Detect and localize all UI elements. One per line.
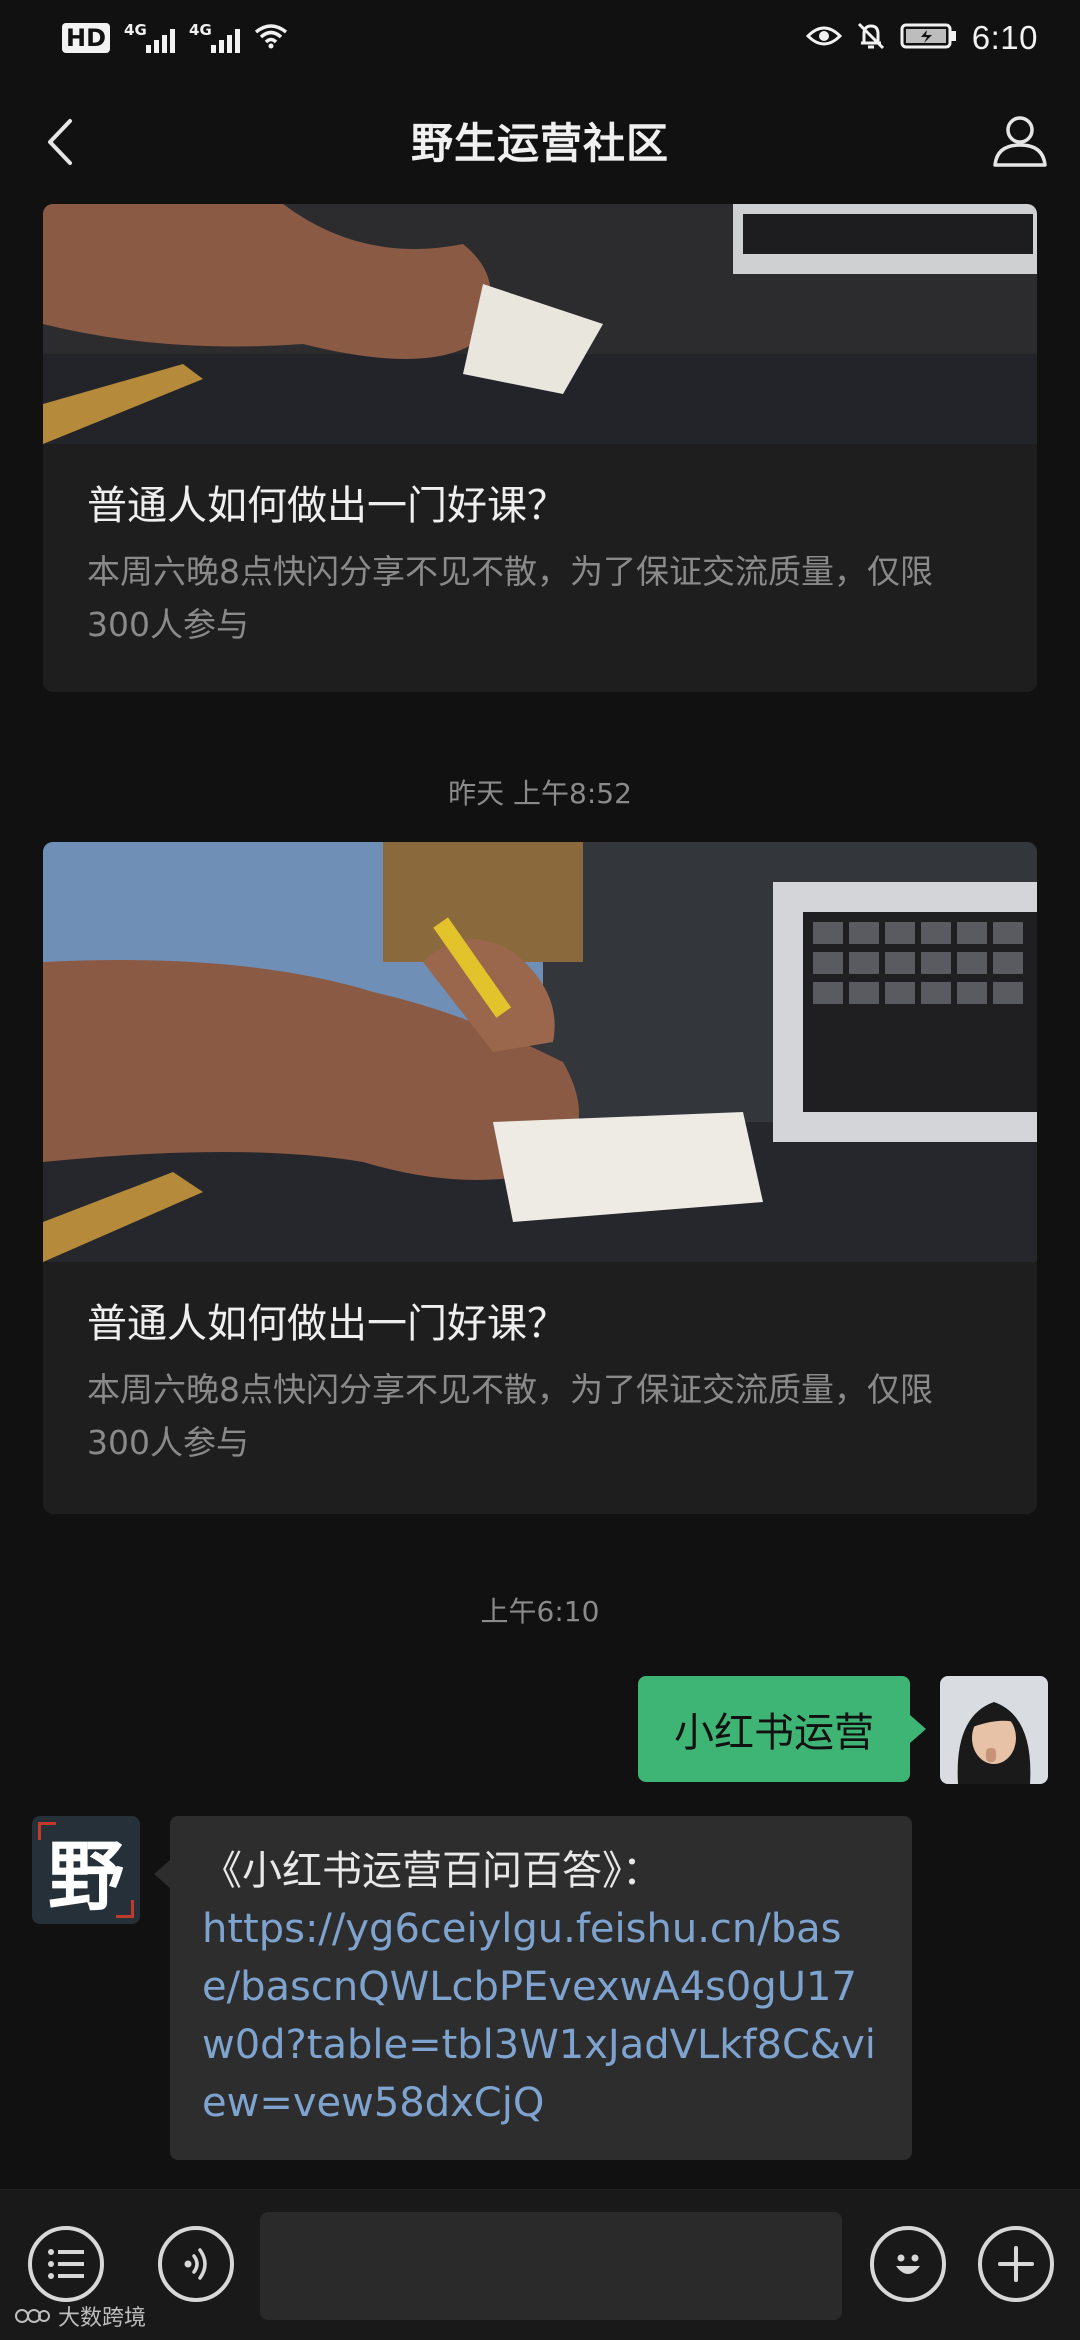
mute-bell-icon [856,21,886,55]
network-label: 4G [124,21,147,39]
signal-icon: 4G [124,21,176,53]
back-button[interactable] [30,112,90,172]
person-icon [993,116,1047,167]
incoming-message-link[interactable]: https://yg6ceiylgu.feishu.cn/base/bascnQ… [202,1900,878,2132]
chat-profile-button[interactable] [988,108,1052,172]
incoming-message-text: 《小红书运营百问百答》： [202,1848,662,1894]
status-right: 6:10 [805,19,1038,57]
sender-avatar[interactable]: 野 [32,1816,140,1924]
menu-button[interactable] [28,2226,104,2302]
article-card[interactable]: 普通人如何做出一门好课？ 本周六晚8点快闪分享不见不散，为了保证交流质量，仅限3… [43,204,1037,692]
status-left: HD 4G 4G [62,21,288,54]
sender-avatar-character: 野 [48,1832,124,1921]
smiley-icon [896,2254,920,2274]
message-input[interactable] [260,2212,842,2320]
voice-icon [184,2248,207,2280]
watermark-logo-icon [15,2309,50,2323]
chevron-left-icon [48,119,72,165]
network-label-2: 4G [189,21,212,39]
timestamp: 上午6:10 [480,1595,600,1628]
incoming-message-bubble[interactable]: 《小红书运营百问百答》： https://yg6ceiylgu.feishu.c… [154,1816,912,2160]
sender-avatar-logo: 野 [32,1816,140,1924]
emoji-button[interactable] [870,2226,946,2302]
article-cover-image [43,204,1037,444]
logo-corner-mark [38,1822,56,1840]
article-title: 普通人如何做出一门好课？ [87,1301,567,1347]
battery-icon [900,22,958,54]
plus-icon [998,2246,1034,2282]
chat-area[interactable]: 普通人如何做出一门好课？ 本周六晚8点快闪分享不见不散，为了保证交流质量，仅限3… [0,204,1080,2189]
clock-time: 6:10 [971,19,1038,56]
watermark-text: 大数跨境 [58,2306,147,2331]
more-button[interactable] [978,2226,1054,2302]
signal-icon-2: 4G [189,21,241,53]
article-card[interactable]: 普通人如何做出一门好课？ 本周六晚8点快闪分享不见不散，为了保证交流质量，仅限3… [43,842,1037,1514]
timestamp: 昨天 上午8:52 [448,777,632,810]
article-title: 普通人如何做出一门好课？ [87,483,567,529]
chat-title: 野生运营社区 [410,118,669,168]
watermark: 大数跨境 [14,2300,146,2332]
my-avatar[interactable] [940,1676,1048,1784]
input-toolbar: 大数跨境 [0,2189,1080,2340]
article-description: 本周六晚8点快闪分享不见不散，为了保证交流质量，仅限300人参与 [87,552,933,644]
list-icon [48,2249,84,2279]
wifi-icon [254,22,288,54]
article-description: 本周六晚8点快闪分享不见不散，为了保证交流质量，仅限300人参与 [87,1370,933,1462]
status-bar: HD 4G 4G 6:10 [0,0,1080,76]
outgoing-message-text: 小红书运营 [674,1710,874,1756]
voice-button[interactable] [158,2226,234,2302]
article-cover-image [43,842,1037,1262]
eye-icon [805,23,842,53]
logo-corner-mark [116,1900,134,1918]
outgoing-message-bubble[interactable]: 小红书运营 [638,1676,926,1782]
chat-header: 野生运营社区 [0,76,1080,204]
hd-badge: HD [62,23,111,53]
